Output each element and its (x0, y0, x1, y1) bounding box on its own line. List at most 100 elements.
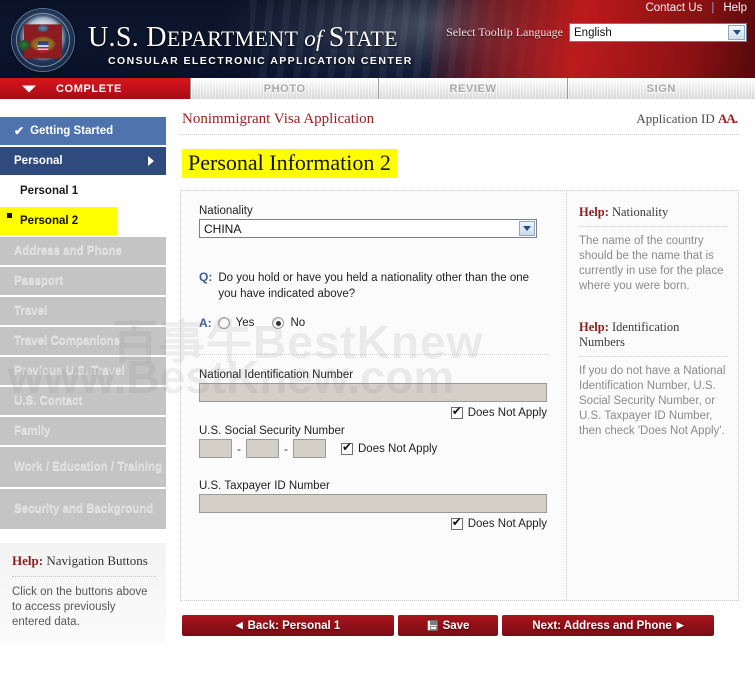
link-divider: | (711, 2, 715, 14)
header-utility-links: Contact Us | Help (645, 2, 747, 14)
question-row: Q: Do you hold or have you held a nation… (199, 270, 554, 302)
ssn-does-not-apply-label: Does Not Apply (358, 442, 438, 455)
tab-review[interactable]: REVIEW (378, 78, 567, 99)
help-nationality-body: The name of the country should be the na… (579, 235, 724, 292)
tab-review-label: REVIEW (449, 82, 497, 95)
ssn-label: U.S. Social Security Number (199, 425, 345, 437)
other-nationality-no-radio[interactable] (272, 317, 285, 329)
taxpayer-id-does-not-apply-label: Does Not Apply (467, 518, 547, 530)
form-name: Nonimmigrant Visa Application (182, 111, 375, 127)
help-nationality-title: Help: Nationality (579, 205, 728, 227)
sidebar-item-personal-1[interactable]: Personal 1 (0, 177, 166, 205)
back-button[interactable]: ◀ Back: Personal 1 (182, 615, 394, 636)
national-id-input[interactable] (199, 383, 547, 402)
other-nationality-question-block: Q: Do you hold or have you held a nation… (199, 270, 554, 330)
sidebar-item-label: Travel (14, 305, 48, 317)
save-disk-icon (426, 620, 438, 631)
save-button[interactable]: Save (398, 615, 498, 636)
help-identification-body: If you do not have a National Identifica… (579, 365, 726, 437)
sidebar-item-label: Passport (14, 275, 64, 287)
contact-us-link[interactable]: Contact Us (645, 2, 702, 14)
taxpayer-id-label: U.S. Taxpayer ID Number (199, 480, 330, 492)
main-content: Nonimmigrant Visa Application Applicatio… (166, 99, 755, 698)
site-header: U.S. DEPARTMENT of STATE CONSULAR ELECTR… (0, 0, 755, 78)
sidebar-item-label: Personal (14, 155, 63, 167)
tab-complete-label: COMPLETE (56, 82, 122, 95)
answer-row: A: Yes No (199, 316, 554, 330)
sidebar-item-personal-2[interactable]: Personal 2 (0, 207, 117, 235)
sidebar-item-family: Family (0, 417, 166, 445)
chevron-down-icon[interactable] (519, 221, 535, 236)
sidebar-help-title: Help: Navigation Buttons (12, 553, 156, 577)
sidebar-help-panel: Help: Navigation Buttons Click on the bu… (0, 543, 166, 644)
ssn-dna-group: Does Not Apply (341, 441, 438, 455)
question-text: Do you hold or have you held a nationali… (218, 272, 530, 300)
national-id-does-not-apply-label: Does Not Apply (467, 407, 547, 419)
sidebar-item-address-and-phone: Address and Phone (0, 237, 166, 265)
sidebar-item-label: Previous U.S. Travel (14, 365, 125, 377)
nationality-label: Nationality (199, 205, 253, 217)
arrow-left-icon: ◀ (235, 620, 243, 630)
sidebar-item-label: Work / Education / Training (14, 461, 163, 473)
sidebar-item-label: Personal 1 (20, 185, 79, 197)
sidebar-item-previous-us-travel: Previous U.S. Travel (0, 357, 166, 385)
sidebar-help-title-rest: Navigation Buttons (43, 553, 148, 568)
nationality-value: CHINA (204, 221, 242, 236)
nationality-select[interactable]: CHINA (199, 219, 537, 238)
tab-complete[interactable]: COMPLETE (0, 78, 190, 99)
tab-sign[interactable]: SIGN (566, 78, 755, 99)
form-panel: Nationality CHINA Q: Do you hold or have… (180, 190, 739, 601)
sidebar-item-label: Personal 2 (20, 215, 79, 227)
chevron-down-icon (22, 85, 36, 92)
ssn-part3-input[interactable] (293, 439, 326, 458)
national-id-dna-row: Does Not Apply (199, 405, 547, 419)
tooltip-language-select[interactable]: English (569, 23, 747, 42)
sidebar-item-work-education-training: Work / Education / Training (0, 447, 166, 487)
chevron-right-icon (148, 156, 154, 166)
tab-photo-label: PHOTO (263, 82, 306, 95)
taxpayer-id-does-not-apply-checkbox[interactable] (450, 516, 463, 530)
tooltip-language-value: English (574, 26, 612, 39)
ssn-part2-input[interactable] (246, 439, 279, 458)
sidebar-item-personal[interactable]: Personal (0, 147, 166, 175)
sidebar-help-body: Click on the buttons above to access pre… (12, 586, 148, 628)
help-link[interactable]: Help (723, 2, 747, 14)
answer-marker: A: (199, 316, 212, 330)
sidebar-item-travel-companions: Travel Companions (0, 327, 166, 355)
ssn-part1-input[interactable] (199, 439, 232, 458)
chevron-down-icon[interactable] (728, 25, 745, 40)
help-title-prefix: Help: (579, 320, 609, 334)
ssn-row: - - Does Not Apply (199, 439, 554, 458)
tooltip-language-label: Select Tooltip Language (446, 25, 563, 39)
current-page-bullet-icon (7, 213, 12, 218)
national-id-does-not-apply-checkbox[interactable] (450, 405, 463, 419)
help-identification-numbers: Help: Identification Numbers If you do n… (579, 320, 728, 439)
tab-photo[interactable]: PHOTO (190, 78, 379, 99)
sidebar-item-getting-started[interactable]: ✔ Getting Started (0, 117, 166, 145)
section-divider (199, 354, 549, 355)
us-department-of-state-seal-icon (12, 9, 74, 71)
application-id-label: Application ID (636, 111, 718, 126)
sidebar-item-travel: Travel (0, 297, 166, 325)
application-id: Application ID AA. (636, 111, 738, 127)
arrow-right-icon: ▶ (676, 620, 684, 630)
taxpayer-id-input[interactable] (199, 494, 547, 513)
sidebar-help-title-prefix: Help: (12, 553, 44, 568)
form-fields: Nationality CHINA Q: Do you hold or have… (181, 191, 566, 600)
ssn-does-not-apply-checkbox[interactable] (341, 441, 353, 455)
help-identification-title: Help: Identification Numbers (579, 320, 728, 357)
next-button[interactable]: Next: Address and Phone ▶ (502, 615, 714, 636)
other-nationality-yes-label: Yes (235, 317, 255, 329)
tooltip-language-control: Select Tooltip Language English (446, 23, 747, 42)
question-marker: Q: (199, 270, 213, 284)
site-subtitle: CONSULAR ELECTRONIC APPLICATION CENTER (108, 55, 413, 67)
site-title: U.S. DEPARTMENT of STATE (88, 22, 398, 53)
sidebar-item-passport: Passport (0, 267, 166, 295)
taxpayer-id-dna-row: Does Not Apply (199, 516, 547, 530)
sidebar-item-label: Getting Started (30, 125, 114, 137)
other-nationality-yes-radio[interactable] (217, 317, 230, 329)
help-nationality: Help: Nationality The name of the countr… (579, 205, 728, 294)
sidebar-item-label: Family (14, 425, 51, 437)
sidebar-item-label: Security and Background (14, 503, 154, 515)
breadcrumb: Nonimmigrant Visa Application Applicatio… (180, 99, 739, 135)
